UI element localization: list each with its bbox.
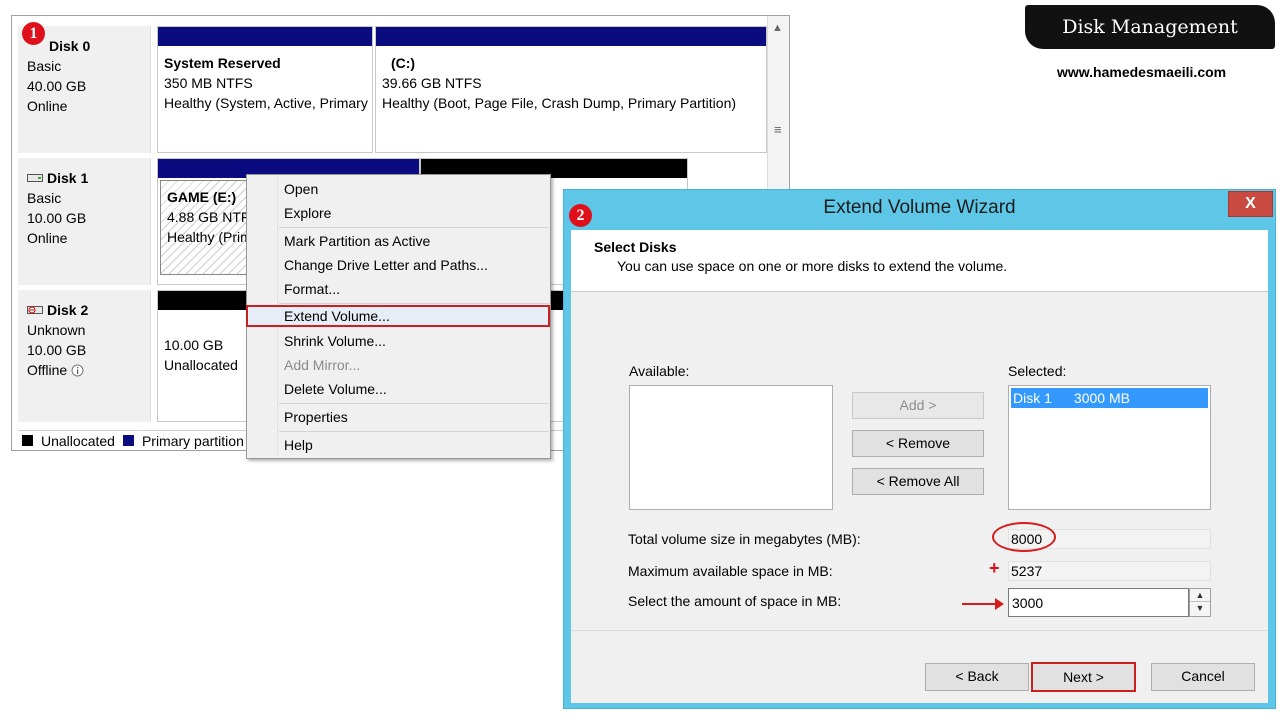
selected-disk-space: 3000 MB: [1073, 390, 1130, 406]
pointer-arrow-icon: [962, 598, 1004, 610]
stepper-down-icon[interactable]: ▼: [1190, 602, 1210, 615]
available-listbox[interactable]: [629, 385, 833, 510]
footer-divider: [571, 630, 1268, 631]
partition-status: Healthy (System, Active, Primary Partiti…: [164, 95, 372, 111]
disk-type: Unknown: [27, 322, 86, 338]
disk-status: Online: [27, 230, 68, 246]
stepper-up-icon[interactable]: ▲: [1190, 589, 1210, 602]
step-badge-2: 2: [569, 204, 592, 227]
plus-icon: +: [989, 558, 1000, 578]
disk-size: 40.00 GB: [27, 78, 87, 94]
disk-size: 10.00 GB: [27, 342, 87, 358]
selected-disk-name: Disk 1: [1013, 390, 1052, 406]
partition-size: 39.66 GB NTFS: [382, 75, 482, 91]
menu-item-open[interactable]: Open: [250, 178, 548, 200]
amount-label: Select the amount of space in MB:: [628, 593, 842, 609]
menu-item-properties[interactable]: Properties: [250, 406, 548, 428]
menu-item-shrink-volume[interactable]: Shrink Volume...: [250, 330, 548, 352]
info-icon[interactable]: [71, 364, 84, 377]
legend-swatch-unallocated: [22, 435, 33, 446]
max-space-value: 5237: [1008, 561, 1211, 581]
amount-stepper[interactable]: ▲ ▼: [1189, 588, 1211, 617]
disk-drive-icon: [27, 174, 43, 182]
selected-listbox[interactable]: Disk 1 3000 MB: [1008, 385, 1211, 510]
extend-volume-wizard: Extend Volume Wizard X Select Disks You …: [563, 189, 1276, 709]
legend-label: Unallocated: [41, 432, 115, 449]
disk-info-1[interactable]: Disk 1 Basic 10.00 GB Online: [18, 158, 151, 285]
scroll-up-icon[interactable]: ▲: [772, 22, 783, 34]
menu-item-format[interactable]: Format...: [250, 278, 548, 300]
menu-item-mark-active[interactable]: Mark Partition as Active: [250, 230, 548, 252]
partition-status: Healthy (Boot, Page File, Crash Dump, Pr…: [382, 95, 737, 111]
scroll-grip-icon[interactable]: ≡: [774, 122, 782, 137]
menu-item-help[interactable]: Help: [250, 434, 548, 456]
highlight-ellipse: [992, 522, 1056, 552]
menu-item-explore[interactable]: Explore: [250, 202, 548, 224]
wizard-heading: Select Disks: [594, 239, 677, 255]
disk-type: Basic: [27, 190, 62, 206]
disk-info-2[interactable]: Disk 2 Unknown 10.00 GB Offline: [18, 290, 151, 422]
menu-item-add-mirror[interactable]: Add Mirror...: [250, 354, 548, 376]
partition-bar: [376, 27, 766, 46]
disk-name: Disk 0: [49, 38, 91, 54]
disk-name: Disk 1: [27, 168, 150, 188]
wizard-header: Select Disks You can use space on one or…: [571, 230, 1268, 292]
partition-c[interactable]: (C:) 39.66 GB NTFS Healthy (Boot, Page F…: [375, 26, 767, 153]
total-size-label: Total volume size in megabytes (MB):: [628, 531, 861, 547]
add-button[interactable]: Add >: [852, 392, 984, 419]
partition-size: 350 MB NTFS: [164, 75, 253, 91]
selected-list-item[interactable]: Disk 1 3000 MB: [1011, 388, 1208, 408]
cancel-button[interactable]: Cancel: [1151, 663, 1255, 691]
amount-input[interactable]: [1008, 588, 1189, 617]
step-badge-1: 1: [22, 22, 45, 45]
menu-item-delete-volume[interactable]: Delete Volume...: [250, 378, 548, 400]
menu-separator: [279, 431, 549, 432]
disk-info-0[interactable]: Disk 0 Basic 40.00 GB Online: [18, 26, 151, 153]
menu-separator: [279, 303, 549, 304]
legend-swatch-primary: [122, 435, 134, 446]
selected-label: Selected:: [1008, 363, 1067, 379]
menu-item-extend-volume[interactable]: Extend Volume...: [246, 305, 550, 327]
disk-name: Disk 2: [27, 300, 150, 320]
partition-name: (C:): [391, 55, 416, 71]
remove-all-button[interactable]: < Remove All: [852, 468, 984, 495]
wizard-title: Extend Volume Wizard: [823, 197, 1016, 218]
disk-status: Offline: [27, 362, 68, 378]
disk-size: 10.00 GB: [27, 210, 87, 226]
partition-name: System Reserved: [164, 55, 281, 71]
website-url: www.hamedesmaeili.com: [1057, 64, 1227, 80]
back-button[interactable]: < Back: [925, 663, 1029, 691]
menu-item-change-drive-letter[interactable]: Change Drive Letter and Paths...: [250, 254, 548, 276]
menu-separator: [279, 403, 549, 404]
menu-separator: [279, 227, 549, 228]
disk-status: Online: [27, 98, 68, 114]
context-menu: Open Explore Mark Partition as Active Ch…: [246, 174, 551, 459]
wizard-subheading: You can use space on one or more disks t…: [617, 258, 1008, 274]
remove-button[interactable]: < Remove: [852, 430, 984, 457]
available-label: Available:: [629, 363, 690, 379]
max-space-label: Maximum available space in MB:: [628, 563, 833, 579]
close-button[interactable]: X: [1228, 191, 1273, 217]
partition-system-reserved[interactable]: System Reserved 350 MB NTFS Healthy (Sys…: [157, 26, 373, 153]
title-banner: Disk Management: [1025, 5, 1275, 49]
disk-type: Basic: [27, 58, 62, 74]
partition-bar: [158, 27, 372, 46]
wizard-client: Select Disks You can use space on one or…: [571, 230, 1268, 703]
legend-label: Primary partition: [141, 432, 244, 449]
close-icon: X: [1245, 195, 1256, 212]
disk-row-0: Disk 0 Basic 40.00 GB Online System Rese…: [18, 26, 767, 153]
next-button[interactable]: Next >: [1031, 662, 1136, 692]
offline-disk-icon: [27, 305, 43, 314]
